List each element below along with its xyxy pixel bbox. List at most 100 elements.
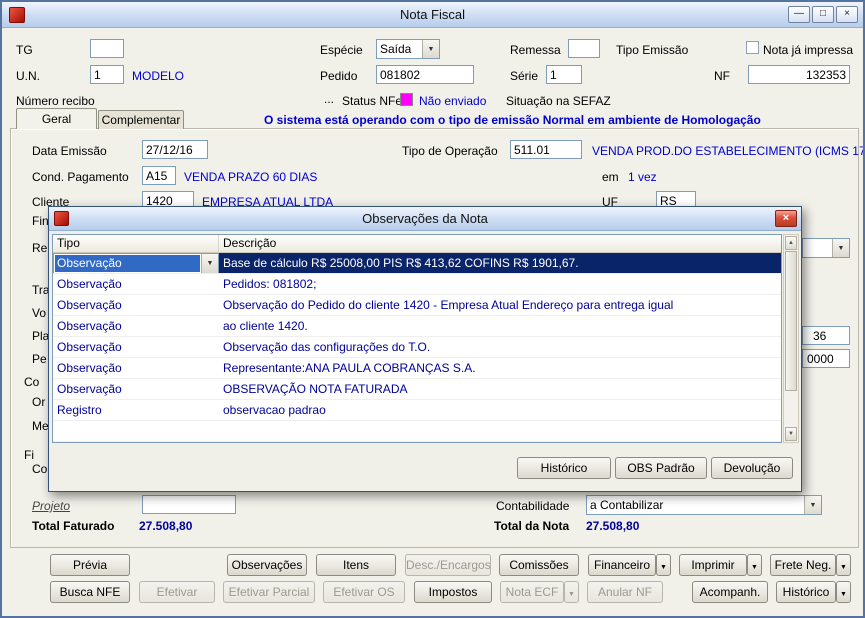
- column-header-descricao[interactable]: Descrição: [219, 235, 781, 252]
- contabilidade-label: Contabilidade: [496, 499, 570, 513]
- titlebar: Nota Fiscal — □ ×: [2, 2, 863, 28]
- observations-table: Tipo Descrição Observação ▼ Base de cálc…: [52, 234, 782, 443]
- row-descricao: Observação das configurações do T.O.: [223, 340, 431, 354]
- financeiro-button[interactable]: Financeiro: [588, 554, 656, 576]
- row-descricao: Pedidos: 081802;: [223, 277, 317, 291]
- scrollbar-thumb[interactable]: [785, 251, 797, 391]
- recibo-dots-button[interactable]: ...: [324, 92, 334, 106]
- chevron-down-icon: ▼: [422, 40, 439, 58]
- acompanh-button[interactable]: Acompanh.: [692, 581, 768, 603]
- table-row[interactable]: Observação ao cliente 1420.: [53, 316, 781, 337]
- tg-input[interactable]: [90, 39, 124, 58]
- representante-select-fragment[interactable]: ▼: [802, 238, 850, 258]
- modal-obs-padrao-button[interactable]: OBS Padrão: [615, 457, 707, 479]
- table-row[interactable]: Observação Observação das configurações …: [53, 337, 781, 358]
- un-input[interactable]: [90, 65, 124, 84]
- itens-button[interactable]: Itens: [316, 554, 396, 576]
- tipo-operacao-label: Tipo de Operação: [402, 144, 498, 158]
- placa-value-fragment[interactable]: [802, 326, 850, 345]
- status-nfe-indicator: [400, 93, 413, 106]
- serie-input[interactable]: [546, 65, 582, 84]
- mensagem-label-fragment: Me: [32, 419, 49, 433]
- table-row[interactable]: Observação OBSERVAÇÃO NOTA FATURADA: [53, 379, 781, 400]
- historico-dropdown-button[interactable]: ▼: [836, 581, 851, 603]
- row-tipo: [53, 421, 219, 441]
- table-row[interactable]: Registro observacao padrao: [53, 400, 781, 421]
- contabilidade-select-value: a Contabilizar: [590, 498, 664, 512]
- frete-neg-dropdown-button[interactable]: ▼: [836, 554, 851, 576]
- total-nota-label: Total da Nota: [494, 519, 570, 533]
- comissoes-button[interactable]: Comissões: [499, 554, 579, 576]
- em-value: 1 vez: [628, 170, 657, 184]
- remessa-input[interactable]: [568, 39, 600, 58]
- especie-select[interactable]: Saída ▼: [376, 39, 440, 59]
- previa-button[interactable]: Prévia: [50, 554, 130, 576]
- table-row[interactable]: Observação Pedidos: 081802;: [53, 274, 781, 295]
- busca-nfe-button[interactable]: Busca NFE: [50, 581, 130, 603]
- financeiro-group-label-fragment: Fi: [24, 448, 34, 462]
- pedido-input[interactable]: [376, 65, 474, 84]
- anular-nf-button: Anular NF: [587, 581, 663, 603]
- pedido-label: Pedido: [320, 69, 358, 83]
- transporte-label-fragment: Tra: [32, 283, 50, 297]
- imprimir-dropdown-button[interactable]: ▼: [747, 554, 762, 576]
- observacoes-button[interactable]: Observações: [227, 554, 307, 576]
- historico-button[interactable]: Histórico: [776, 581, 836, 603]
- chevron-down-icon: ▼: [804, 496, 821, 514]
- row-descricao: Base de cálculo R$ 25008,00 PIS R$ 413,6…: [219, 253, 781, 273]
- un-desc: MODELO: [132, 69, 185, 83]
- table-header: Tipo Descrição: [53, 235, 781, 253]
- peso-value-fragment[interactable]: [802, 349, 850, 368]
- total-nota-value: 27.508,80: [586, 519, 640, 533]
- efetivar-os-button: Efetivar OS: [323, 581, 405, 603]
- nota-ecf-button: Nota ECF: [500, 581, 564, 603]
- frete-neg-button[interactable]: Frete Neg.: [770, 554, 836, 576]
- table-row[interactable]: Observação ▼ Base de cálculo R$ 25008,00…: [53, 253, 781, 274]
- window-title: Nota Fiscal: [399, 7, 466, 22]
- data-emissao-input[interactable]: [142, 140, 208, 159]
- nf-input[interactable]: [748, 65, 850, 84]
- cond-pagamento-label: Cond. Pagamento: [32, 170, 129, 184]
- numero-recibo-label: Número recibo: [16, 94, 95, 108]
- contabilidade-select[interactable]: a Contabilizar ▼: [586, 495, 822, 515]
- data-emissao-label: Data Emissão: [32, 144, 107, 158]
- scroll-down-icon[interactable]: ▼: [785, 427, 797, 441]
- serie-label: Série: [510, 69, 539, 83]
- impostos-button[interactable]: Impostos: [414, 581, 492, 603]
- minimize-icon: —: [794, 8, 804, 19]
- minimize-button[interactable]: —: [788, 6, 810, 23]
- row-descricao: [219, 421, 781, 441]
- column-header-tipo[interactable]: Tipo: [53, 235, 219, 252]
- chevron-down-icon: ▼: [751, 564, 758, 571]
- total-faturado-value: 27.508,80: [139, 519, 193, 533]
- efetivar-button: Efetivar: [139, 581, 215, 603]
- imprimir-button[interactable]: Imprimir: [679, 554, 747, 576]
- maximize-button[interactable]: □: [812, 6, 834, 23]
- tipo-operacao-input[interactable]: [510, 140, 582, 159]
- row-tipo: Observação: [57, 340, 122, 354]
- financeiro-dropdown-button[interactable]: ▼: [656, 554, 671, 576]
- modal-historico-button[interactable]: Histórico: [517, 457, 611, 479]
- cond-pagamento-desc: VENDA PRAZO 60 DIAS: [184, 170, 318, 184]
- scroll-up-icon[interactable]: ▲: [785, 236, 797, 250]
- tab-geral[interactable]: Geral: [16, 108, 97, 129]
- table-row[interactable]: Observação Representante:ANA PAULA COBRA…: [53, 358, 781, 379]
- representante-select-value: [803, 239, 832, 257]
- especie-select-value: Saída: [380, 42, 412, 56]
- table-scrollbar[interactable]: ▲ ▼: [783, 234, 799, 443]
- table-row[interactable]: [53, 421, 781, 442]
- modal-close-button[interactable]: ×: [775, 210, 797, 227]
- projeto-input[interactable]: [142, 495, 236, 514]
- tipo-combobox[interactable]: Observação ▼: [53, 253, 219, 273]
- cond-pagamento-input[interactable]: [142, 166, 176, 185]
- tipo-combobox-value: Observação: [55, 255, 200, 272]
- tab-complementar[interactable]: Complementar: [98, 110, 184, 129]
- chevron-down-icon[interactable]: ▼: [201, 254, 218, 273]
- modal-devolucao-button[interactable]: Devolução: [711, 457, 793, 479]
- status-nfe-label: Status NFe: [342, 94, 403, 108]
- table-row[interactable]: Observação Observação do Pedido do clien…: [53, 295, 781, 316]
- close-button[interactable]: ×: [836, 6, 858, 23]
- row-descricao: ao cliente 1420.: [223, 319, 308, 333]
- nota-ja-impressa-checkbox[interactable]: [746, 41, 759, 54]
- modal-titlebar: Observações da Nota ×: [49, 207, 801, 231]
